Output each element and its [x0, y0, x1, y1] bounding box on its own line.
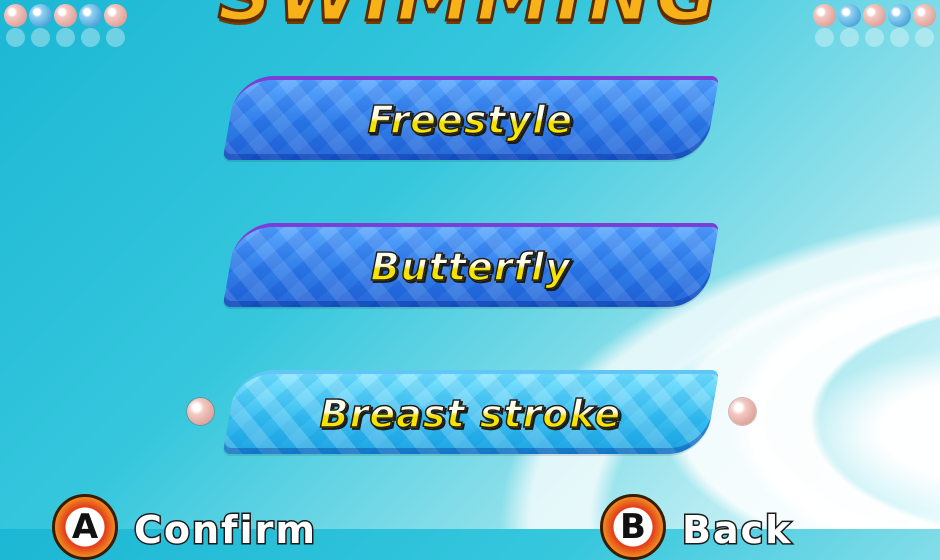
bead-icon: [838, 4, 861, 27]
bead-icon: [54, 4, 77, 27]
bead-icon: [813, 4, 836, 27]
selection-bead-icon-right: [729, 398, 756, 425]
decorative-beads-right: [813, 4, 936, 27]
menu-item-butterfly[interactable]: Butterfly: [222, 223, 720, 307]
confirm-label: Confirm: [133, 507, 317, 554]
bead-icon: [863, 4, 886, 27]
a-button-icon: A: [52, 494, 118, 560]
bead-icon: [888, 4, 911, 27]
menu-item-breast-stroke[interactable]: Breast stroke: [222, 370, 720, 454]
bead-icon: [104, 4, 127, 27]
bead-icon: [79, 4, 102, 27]
menu-item-label: Butterfly: [370, 244, 572, 290]
decorative-beads-left: [4, 4, 127, 27]
confirm-hint[interactable]: A Confirm: [52, 494, 317, 560]
bead-icon: [913, 4, 936, 27]
back-hint[interactable]: B Back: [600, 494, 792, 560]
b-button-icon: B: [600, 494, 666, 560]
bead-icon: [29, 4, 52, 27]
menu-item-label: Freestyle: [367, 97, 574, 143]
menu-item-label: Breast stroke: [319, 391, 622, 437]
bead-icon: [4, 4, 27, 27]
screen-title: SWIMMING: [155, 0, 785, 39]
menu-item-freestyle[interactable]: Freestyle: [222, 76, 720, 160]
back-label: Back: [680, 507, 793, 554]
selection-bead-icon-left: [187, 398, 214, 425]
